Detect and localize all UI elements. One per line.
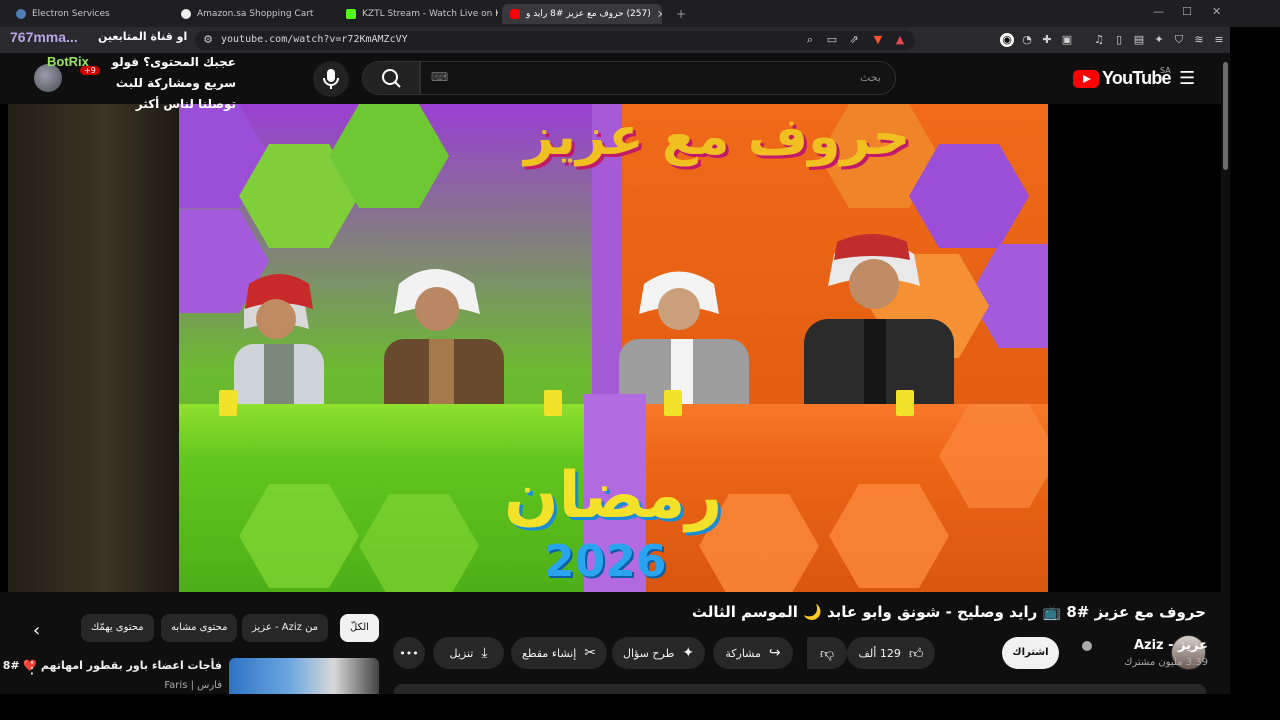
- amazon-favicon-icon: [181, 9, 191, 19]
- video-player[interactable]: حروف مع عزيز رمضان 2026: [8, 104, 1220, 592]
- chip-from-channel[interactable]: من Aziz - عزيز: [242, 614, 329, 642]
- overlay-message: عجبك المحتوى؟ فولو سريع ومشاركة للبث توص…: [111, 55, 236, 111]
- contestant-2: [384, 269, 504, 429]
- more-vert-icon[interactable]: ⋮: [24, 658, 40, 677]
- music-icon[interactable]: ♫: [1092, 33, 1106, 47]
- youtube-favicon-icon: [510, 9, 520, 19]
- maximize-button[interactable]: ☐: [1182, 5, 1192, 18]
- ai-icon[interactable]: ✦: [1152, 33, 1166, 47]
- youtube-play-icon: [1073, 69, 1099, 88]
- chip-all[interactable]: الكلّ: [340, 614, 379, 642]
- tab-title: KZTL Stream - Watch Live on Kick: [362, 9, 498, 19]
- share-button[interactable]: ↪ مشاركة: [713, 637, 793, 669]
- extension-a-icon[interactable]: ◉: [1000, 33, 1014, 47]
- zoom-icon[interactable]: ⌕: [803, 33, 817, 47]
- download-icon: ⤓: [481, 645, 488, 661]
- voice-search-button[interactable]: [313, 61, 349, 97]
- year-logo: 2026: [544, 536, 667, 587]
- tab-title: Amazon.sa Shopping Cart: [197, 9, 314, 19]
- chip-for-you[interactable]: محتوى يهمّك: [81, 614, 154, 642]
- rewards-icon[interactable]: ▲: [893, 33, 907, 47]
- address-bar[interactable]: ⚙ youtube.com/watch?v=r72KmAMZcVY ⌕ ▭ ⇗ …: [195, 31, 915, 50]
- verified-badge-icon: [1082, 641, 1092, 651]
- puzzle-extensions-icon[interactable]: ✚: [1040, 33, 1054, 47]
- share-icon: ↪: [768, 645, 781, 661]
- search-button[interactable]: [362, 61, 420, 95]
- overlay-channel-line: او قناة المتابعين: [98, 30, 188, 43]
- clip-button[interactable]: ✂ إنشاء مقطع: [511, 637, 607, 669]
- sparkle-icon: ✦: [682, 645, 695, 661]
- tab-youtube-video[interactable]: (257) حروف مع عزيز #8 رايد و ✕: [502, 4, 662, 24]
- description-box[interactable]: [394, 684, 1206, 694]
- close-window-button[interactable]: ✕: [1212, 5, 1221, 18]
- tab-kick-stream[interactable]: KZTL Stream - Watch Live on Kick: [338, 4, 498, 24]
- keyboard-icon[interactable]: ⌨: [431, 70, 448, 84]
- chevron-left-icon[interactable]: ‹: [33, 620, 40, 641]
- scrollbar-thumb[interactable]: [1223, 62, 1228, 170]
- thumbs-down-icon: 👎︎: [819, 645, 835, 662]
- video-title: حروف مع عزيز #8 📺 رايد وصليح - شونق وابو…: [691, 603, 1206, 621]
- download-label: تنزيل: [449, 646, 474, 660]
- shield-icon[interactable]: ⛉: [1172, 33, 1186, 47]
- tab-amazon-cart[interactable]: Amazon.sa Shopping Cart: [173, 4, 333, 24]
- brave-shield-icon[interactable]: ▼: [871, 33, 885, 47]
- subscriber-count: 3.39 مليون مشترك: [1124, 657, 1208, 668]
- country-code: SA: [1160, 66, 1171, 75]
- cup-4: [896, 390, 914, 416]
- wallet-icon[interactable]: ≋: [1192, 33, 1206, 47]
- microphone-icon: [323, 69, 339, 89]
- dislike-button[interactable]: 👎︎: [807, 637, 847, 669]
- hamburger-menu-icon[interactable]: ☰: [1179, 68, 1195, 89]
- video-frame: حروف مع عزيز رمضان 2026: [179, 104, 1048, 592]
- more-actions-button[interactable]: •••: [393, 637, 425, 669]
- tab-electron-services[interactable]: Electron Services: [8, 4, 168, 24]
- recommendation-thumbnail[interactable]: [229, 658, 379, 698]
- site-info-icon[interactable]: ⚙: [201, 33, 215, 47]
- scissors-icon: ✂: [584, 645, 597, 661]
- thumbs-up-icon: 👍︎: [908, 645, 924, 662]
- download-button[interactable]: ⤓ تنزيل: [433, 637, 504, 669]
- chip-related[interactable]: محتوى مشابه: [161, 614, 238, 642]
- cup-2: [544, 390, 562, 416]
- tab-title: Electron Services: [32, 9, 110, 19]
- ask-button[interactable]: ✦ طرح سؤال: [612, 637, 705, 669]
- cast-icon[interactable]: ▭: [825, 33, 839, 47]
- close-tab-icon[interactable]: ✕: [657, 8, 662, 21]
- show-logo: حروف مع عزيز: [524, 107, 911, 167]
- subscribe-button[interactable]: اشتراك: [1002, 637, 1059, 669]
- sidebar-icon[interactable]: ▯: [1112, 33, 1126, 47]
- contestant-4: [804, 234, 954, 429]
- screen-border-bottom: [0, 694, 1230, 720]
- overlay-username: 767mma...: [10, 29, 78, 45]
- search-placeholder: بحث: [860, 71, 881, 84]
- like-count: 129 ألف: [858, 646, 901, 660]
- minimize-button[interactable]: —: [1153, 5, 1164, 18]
- search-icon: [382, 69, 401, 88]
- new-tab-button[interactable]: +: [668, 4, 688, 24]
- recommendation-channel: فارس | Faris: [164, 680, 222, 691]
- share-page-icon[interactable]: ⇗: [847, 33, 861, 47]
- extension-c-icon[interactable]: ▣: [1060, 33, 1074, 47]
- clip-label: إنشاء مقطع: [521, 646, 577, 660]
- extension-b-icon[interactable]: ◔: [1020, 33, 1034, 47]
- cup-3: [664, 390, 682, 416]
- share-label: مشاركة: [725, 646, 761, 660]
- tab-title: (257) حروف مع عزيز #8 رايد و: [526, 9, 651, 19]
- menu-icon[interactable]: ≡: [1212, 33, 1226, 47]
- browser-tab-strip: Electron Services Amazon.sa Shopping Car…: [0, 0, 1280, 27]
- ramadan-logo: رمضان: [504, 459, 723, 533]
- like-button[interactable]: 👍︎ 129 ألف: [847, 637, 935, 669]
- cup-1: [219, 390, 237, 416]
- youtube-logo[interactable]: YouTube: [1073, 68, 1172, 89]
- electron-favicon-icon: [16, 9, 26, 19]
- search-input[interactable]: ⌨ بحث: [420, 61, 896, 95]
- channel-name[interactable]: عزيز - Aziz: [1134, 638, 1208, 653]
- bookmark-icon[interactable]: ▤: [1132, 33, 1146, 47]
- ask-label: طرح سؤال: [622, 646, 675, 660]
- kick-favicon-icon: [346, 9, 356, 19]
- screen-border: [1230, 27, 1280, 720]
- url-text: youtube.com/watch?v=r72KmAMZcVY: [221, 34, 408, 45]
